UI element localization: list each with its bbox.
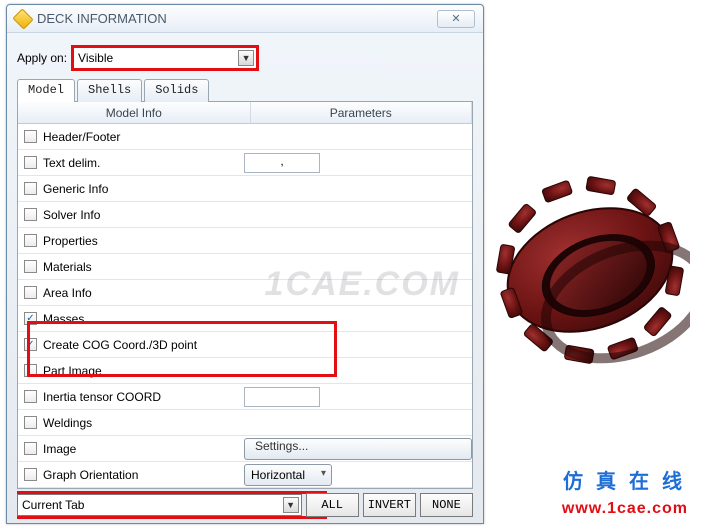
row-graph_orientation[interactable]: Graph Orientation Horizontal — [18, 462, 472, 488]
apply-on-value: Visible — [78, 51, 113, 65]
label-text_delim: Text delim. — [43, 156, 100, 170]
label-part_image: Part Image — [43, 364, 102, 378]
checkbox-create_cog[interactable] — [24, 338, 37, 351]
row-image[interactable]: Image Settings... — [18, 436, 472, 462]
param-text_delim[interactable]: , — [244, 153, 320, 173]
titlebar[interactable]: DECK INFORMATION ✕ — [7, 5, 483, 33]
scope-combo[interactable]: Current Tab ▼ — [17, 494, 302, 516]
label-create_cog: Create COG Coord./3D point — [43, 338, 197, 352]
label-materials: Materials — [43, 260, 92, 274]
window-title: DECK INFORMATION — [37, 11, 431, 26]
tab-model[interactable]: Model — [17, 79, 75, 102]
checkbox-text_delim[interactable] — [24, 156, 37, 169]
checkbox-area_info[interactable] — [24, 286, 37, 299]
checkbox-weldings[interactable] — [24, 416, 37, 429]
row-generic_info[interactable]: Generic Info — [18, 176, 472, 202]
label-area_info: Area Info — [43, 286, 92, 300]
scope-value: Current Tab — [22, 498, 84, 512]
row-header_footer[interactable]: Header/Footer — [18, 124, 472, 150]
label-header_footer: Header/Footer — [43, 130, 120, 144]
label-inertia_tensor: Inertia tensor COORD — [43, 390, 161, 404]
row-properties[interactable]: Properties — [18, 228, 472, 254]
chevron-down-icon[interactable]: ▼ — [283, 497, 299, 513]
tabstrip: Model Shells Solids — [17, 79, 473, 102]
row-text_delim[interactable]: Text delim., — [18, 150, 472, 176]
checkbox-solver_info[interactable] — [24, 208, 37, 221]
orientation-select[interactable]: Horizontal — [244, 464, 332, 486]
apply-on-label: Apply on: — [17, 51, 67, 65]
checkbox-inertia_tensor[interactable] — [24, 390, 37, 403]
none-button[interactable]: NONE — [420, 493, 473, 517]
col-model-info[interactable]: Model Info — [18, 102, 251, 123]
tab-solids[interactable]: Solids — [144, 79, 209, 102]
param-inertia_tensor[interactable] — [244, 387, 320, 407]
invert-button[interactable]: INVERT — [363, 493, 416, 517]
checkbox-header_footer[interactable] — [24, 130, 37, 143]
settings-button[interactable]: Settings... — [244, 438, 472, 460]
brand-caption: 仿 真 在 线 — [563, 465, 686, 494]
checkbox-graph_orientation[interactable] — [24, 468, 37, 481]
checkbox-masses[interactable] — [24, 312, 37, 325]
app-icon — [12, 8, 33, 29]
label-properties: Properties — [43, 234, 98, 248]
watermark: 1CAE.COM — [265, 265, 460, 304]
apply-on-combo[interactable]: Visible ▼ — [73, 47, 257, 69]
col-parameters[interactable]: Parameters — [251, 102, 472, 123]
checkbox-part_image[interactable] — [24, 364, 37, 377]
row-masses[interactable]: Masses — [18, 306, 472, 332]
checkbox-generic_info[interactable] — [24, 182, 37, 195]
label-weldings: Weldings — [43, 416, 92, 430]
chevron-down-icon[interactable]: ▼ — [238, 50, 254, 66]
row-weldings[interactable]: Weldings — [18, 410, 472, 436]
checkbox-materials[interactable] — [24, 260, 37, 273]
brand-url: www.1cae.com — [562, 500, 688, 518]
tab-shells[interactable]: Shells — [77, 79, 142, 102]
row-part_image[interactable]: Part Image — [18, 358, 472, 384]
viewport-3d[interactable] — [490, 140, 690, 390]
deck-information-dialog: DECK INFORMATION ✕ Apply on: Visible ▼ M… — [6, 4, 484, 524]
row-inertia_tensor[interactable]: Inertia tensor COORD — [18, 384, 472, 410]
label-masses: Masses — [43, 312, 84, 326]
row-create_cog[interactable]: Create COG Coord./3D point — [18, 332, 472, 358]
close-button[interactable]: ✕ — [437, 10, 475, 28]
checkbox-properties[interactable] — [24, 234, 37, 247]
all-button[interactable]: ALL — [306, 493, 359, 517]
checkbox-image[interactable] — [24, 442, 37, 455]
label-image: Image — [43, 442, 76, 456]
label-generic_info: Generic Info — [43, 182, 108, 196]
label-solver_info: Solver Info — [43, 208, 100, 222]
label-graph_orientation: Graph Orientation — [43, 468, 138, 482]
row-solver_info[interactable]: Solver Info — [18, 202, 472, 228]
